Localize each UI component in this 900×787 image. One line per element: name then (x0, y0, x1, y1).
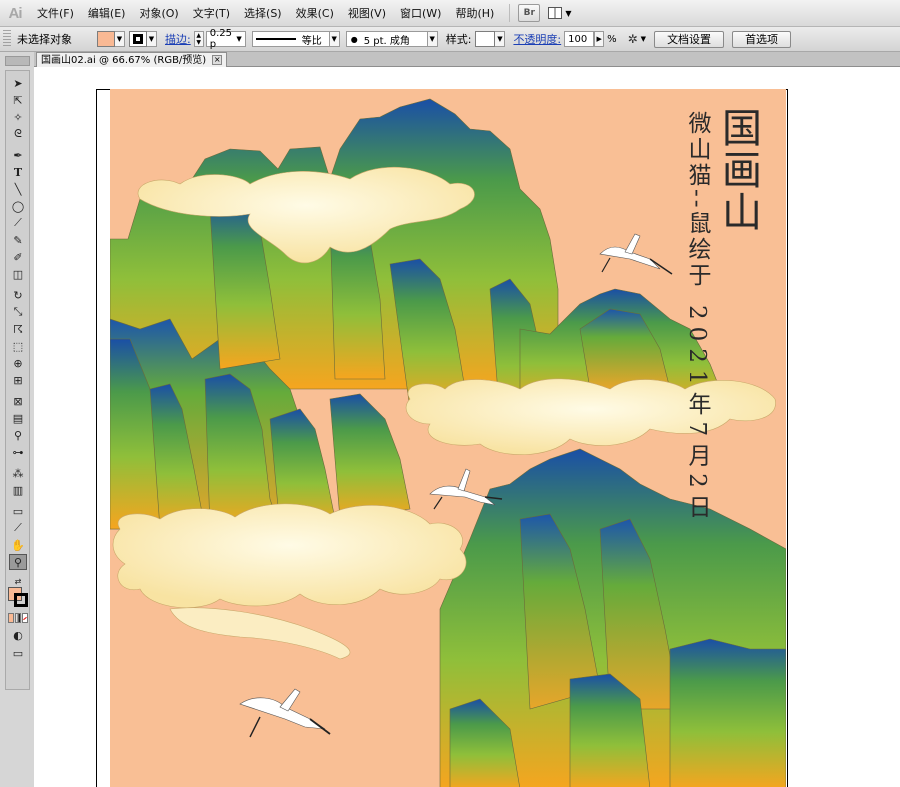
rotate-tool-icon[interactable]: ↻ (9, 287, 27, 303)
pencil-tool-icon[interactable]: ✎ (9, 232, 27, 248)
color-mode-buttons (8, 613, 28, 623)
menu-select[interactable]: 选择(S) (237, 0, 289, 27)
chevron-down-icon: ▼ (236, 35, 242, 43)
scale-tool-icon[interactable]: ⤡ (9, 304, 27, 320)
artboard-tool-icon[interactable]: ▭ (9, 503, 27, 519)
blend-tool-icon[interactable]: ⊶ (9, 444, 27, 460)
menu-edit[interactable]: 编辑(E) (81, 0, 133, 27)
control-bar: 未选择对象 ▼ ▼ 描边: ▲ ▼ 0.25 p ▼ 等比 ▼ ● 5 pt. 成… (0, 27, 900, 52)
recolor-artwork-icon[interactable]: ✲ (625, 31, 641, 47)
style-dropdown[interactable]: ▼ (495, 31, 506, 47)
hand-tool-icon[interactable]: ✋ (9, 537, 27, 553)
selection-status: 未选择对象 (17, 33, 72, 46)
fill-dropdown[interactable]: ▼ (115, 31, 125, 47)
symbol-sprayer-tool-icon[interactable]: ⁂ (9, 465, 27, 481)
brush-dropdown[interactable]: ▼ (427, 31, 438, 47)
mesh-tool-icon[interactable]: ⊠ (9, 393, 27, 409)
column-graph-tool-icon[interactable]: ▥ (9, 482, 27, 498)
menu-effect[interactable]: 效果(C) (289, 0, 341, 27)
menu-type[interactable]: 文字(T) (186, 0, 237, 27)
shape-builder-tool-icon[interactable]: ⊕ (9, 355, 27, 371)
ellipse-tool-icon[interactable]: ◯ (9, 198, 27, 214)
none-button[interactable] (22, 613, 28, 623)
stroke-weight-stepper[interactable]: ▲ ▼ (193, 31, 204, 47)
opacity-unit: % (607, 33, 617, 45)
chevron-down-icon[interactable]: ▼ (641, 35, 646, 43)
stroke-weight-value: 0.25 p (209, 28, 232, 50)
arrange-grid-icon (548, 7, 563, 19)
free-transform-tool-icon[interactable]: ⬚ (9, 338, 27, 354)
arrange-documents-button[interactable]: ▼ (548, 7, 571, 19)
graphic-style-swatch[interactable] (475, 31, 496, 47)
profile-dropdown[interactable]: ▼ (329, 31, 340, 47)
artwork-title: 国画山 (715, 107, 761, 233)
stroke-line-preview (255, 38, 296, 40)
stroke-swatch[interactable] (129, 31, 147, 47)
perspective-grid-tool-icon[interactable]: ⊞ (9, 372, 27, 388)
document-setup-button[interactable]: 文档设置 (654, 30, 725, 48)
fill-swatch[interactable] (97, 31, 115, 47)
panel-grip-icon[interactable] (3, 30, 11, 48)
stroke-profile-label: 等比 (301, 35, 322, 47)
preferences-button[interactable]: 首选项 (732, 30, 792, 48)
menu-divider (509, 4, 511, 22)
stroke-weight-field[interactable]: 0.25 p ▼ (205, 28, 246, 50)
cloud-shape (112, 503, 467, 609)
variable-width-profile[interactable]: 等比 (251, 31, 330, 47)
menu-view[interactable]: 视图(V) (341, 0, 393, 27)
document-tab[interactable]: 国画山02.ai @ 66.67% (RGB/预览) × (36, 52, 228, 67)
paintbrush-tool-icon[interactable]: ⟋ (9, 215, 27, 231)
menu-window[interactable]: 窗口(W) (393, 0, 448, 27)
chevron-down-icon: ▼ (565, 8, 572, 18)
color-button[interactable] (8, 613, 14, 623)
opacity-value: 100 (568, 33, 588, 45)
pen-tool-icon[interactable]: ✒ (9, 147, 27, 163)
menu-object[interactable]: 对象(O) (132, 0, 185, 27)
direct-selection-tool-icon[interactable]: ⇱ (9, 92, 27, 108)
bridge-button[interactable]: Br (518, 4, 541, 22)
magic-wand-tool-icon[interactable]: ✧ (9, 109, 27, 125)
opacity-dropdown[interactable]: ▶ (594, 31, 605, 47)
canvas-area[interactable]: 国画山 微山猫--鼠绘于 2021年7月2日 (34, 67, 900, 787)
slice-tool-icon[interactable]: ⟋ (9, 520, 27, 536)
zoom-tool-icon[interactable]: ⚲ (9, 554, 27, 570)
close-icon[interactable]: × (212, 55, 223, 65)
opacity-panel-link[interactable]: 不透明度: (513, 31, 561, 47)
artwork-author-line: 微山猫--鼠绘于 (684, 111, 710, 289)
document-tab-title: 国画山02.ai @ 66.67% (RGB/预览) (41, 54, 207, 66)
brush-dot-icon: ● (350, 34, 358, 44)
brush-label: 5 pt. 成角 (363, 35, 410, 47)
menu-bar: Ai 文件(F) 编辑(E) 对象(O) 文字(T) 选择(S) 效果(C) 视… (0, 0, 900, 27)
stroke-color-swatch[interactable] (14, 593, 28, 607)
lasso-tool-icon[interactable]: ᘓ (9, 126, 27, 142)
menu-file[interactable]: 文件(F) (30, 0, 81, 27)
menu-help[interactable]: 帮助(H) (448, 0, 501, 27)
mountain-shape (669, 638, 786, 787)
app-logo: Ai (8, 4, 23, 22)
tools-panel-header[interactable] (5, 56, 30, 66)
document-tab-row: 国画山02.ai @ 66.67% (RGB/预览) × (34, 52, 900, 67)
stroke-panel-link[interactable]: 描边: (165, 31, 191, 47)
artwork-date-line: 2021年7月2日 (684, 305, 710, 525)
eraser-tool-icon[interactable]: ◫ (9, 266, 27, 282)
type-tool-icon[interactable]: T (9, 164, 27, 180)
gradient-button[interactable] (15, 613, 21, 623)
graphic-style-label: 样式: (445, 33, 472, 46)
blob-brush-tool-icon[interactable]: ✐ (9, 249, 27, 265)
screen-mode-icon[interactable]: ▭ (9, 645, 27, 661)
gradient-tool-icon[interactable]: ▤ (9, 410, 27, 426)
drawing-mode-icon[interactable]: ◐ (9, 627, 27, 643)
eyedropper-tool-icon[interactable]: ⚲ (9, 427, 27, 443)
brush-definition[interactable]: ● 5 pt. 成角 (345, 31, 428, 47)
selection-tool-icon[interactable]: ➤ (9, 75, 27, 91)
tool-strip: ➤ ⇱ ✧ ᘓ ✒ T ╲ ◯ ⟋ ✎ ✐ ◫ ↻ ⤡ ☈ ⬚ ⊕ ⊞ ⊠ ▤ … (5, 70, 30, 690)
tools-panel: ➤ ⇱ ✧ ᘓ ✒ T ╲ ◯ ⟋ ✎ ✐ ◫ ↻ ⤡ ☈ ⬚ ⊕ ⊞ ⊠ ▤ … (0, 52, 34, 787)
stroke-dropdown[interactable]: ▼ (147, 31, 157, 47)
warp-tool-icon[interactable]: ☈ (9, 321, 27, 337)
line-tool-icon[interactable]: ╲ (9, 181, 27, 197)
opacity-field[interactable]: 100 (564, 31, 595, 47)
